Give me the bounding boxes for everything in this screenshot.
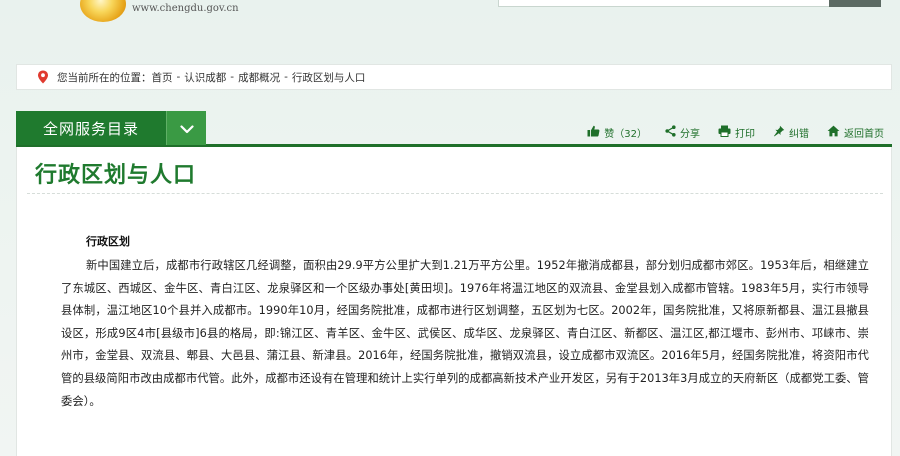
home-label: 返回首页 [844,129,884,140]
chevron-down-icon [179,119,194,138]
article-body: 新中国建立后，成都市行政辖区几经调整，面积由29.9平方公里扩大到1.21万平方… [61,259,869,408]
correction-button[interactable]: 纠错 [773,125,809,140]
like-button[interactable]: 赞（32） [587,125,647,140]
search-input[interactable] [498,0,830,7]
breadcrumb-prefix: 您当前所在的位置： [57,71,152,84]
title-divider [27,193,883,194]
home-icon [827,125,844,140]
print-label: 打印 [735,129,755,140]
breadcrumb-separator: - [230,71,235,83]
site-header: www.chengdu.gov.cn [0,0,900,46]
breadcrumb-know-chengdu-link[interactable]: 认识成都 [184,70,226,85]
service-catalog-label[interactable]: 全网服务目录 [16,111,166,145]
pushpin-icon [773,125,789,140]
search-button[interactable] [829,0,881,7]
share-button[interactable]: 分享 [665,125,700,140]
catalog-expand-button[interactable] [166,111,206,145]
breadcrumb-separator: - [176,71,181,83]
service-catalog-tab[interactable]: 全网服务目录 [16,111,206,145]
breadcrumb-overview-link[interactable]: 成都概况 [238,70,280,85]
location-pin-icon [37,70,51,84]
print-button[interactable]: 打印 [718,125,755,140]
section-bar: 全网服务目录 赞（32） 分享 打印 纠错 返回首页 [16,111,892,147]
share-icon [665,125,680,140]
breadcrumb-home-link[interactable]: 首页 [152,70,173,85]
breadcrumb-current: 行政区划与人口 [291,71,366,84]
article-container: 行政区划与人口 行政区划 新中国建立后，成都市行政辖区几经调整，面积由29.9平… [16,147,892,456]
breadcrumb-separator: - [284,71,288,83]
like-label: 赞（32） [604,129,647,140]
home-button[interactable]: 返回首页 [827,125,884,140]
printer-icon [718,125,735,140]
thumbs-up-icon [587,125,604,140]
page-title: 行政区划与人口 [35,163,197,188]
site-url: www.chengdu.gov.cn [132,3,239,14]
share-label: 分享 [680,129,700,140]
correction-label: 纠错 [789,129,809,140]
site-logo[interactable] [80,0,126,22]
page-tools: 赞（32） 分享 打印 纠错 返回首页 [569,125,884,140]
breadcrumb: 您当前所在的位置： 首页 - 认识成都 - 成都概况 - 行政区划与人口 [16,64,892,90]
article-heading: 行政区划 [86,235,130,248]
